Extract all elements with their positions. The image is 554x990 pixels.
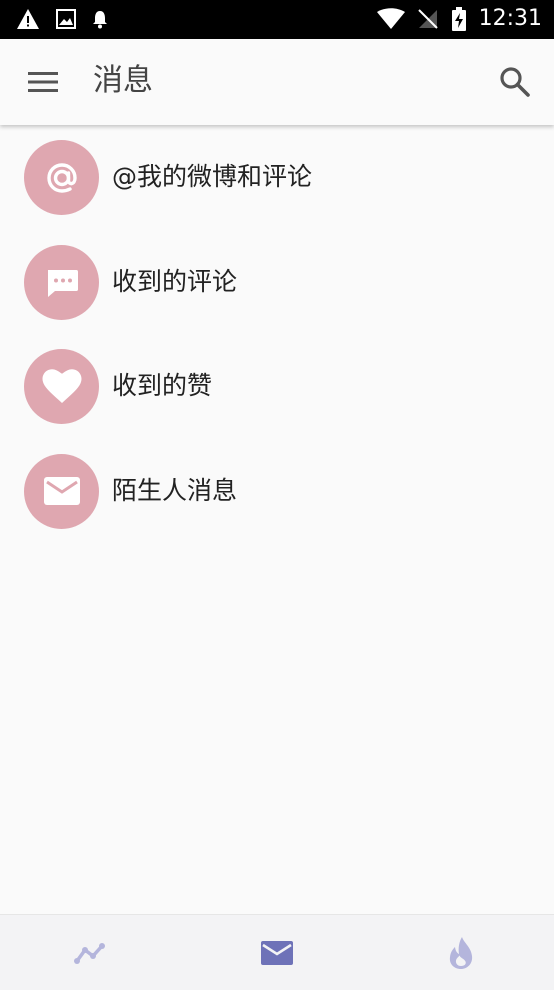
- nav-item-hot[interactable]: [441, 933, 481, 973]
- status-left-icons: [16, 8, 108, 30]
- message-category-list: @我的微博和评论 收到的评论 收到的赞 陌生人消息: [0, 126, 554, 544]
- nav-item-messages[interactable]: [257, 933, 297, 973]
- avatar: [24, 453, 99, 529]
- nav-item-trends[interactable]: [72, 933, 112, 973]
- list-item-comments[interactable]: 收到的评论: [0, 231, 554, 336]
- list-item-label: 收到的赞: [112, 371, 213, 400]
- page-title: 消息: [93, 63, 153, 98]
- list-item-label: @我的微博和评论: [112, 162, 313, 191]
- list-item-likes[interactable]: 收到的赞: [0, 335, 554, 440]
- trend-icon: [74, 943, 105, 964]
- warning-icon: [17, 9, 39, 29]
- list-item-stranger-messages[interactable]: 陌生人消息: [0, 440, 554, 545]
- bottom-navigation: [0, 914, 554, 990]
- heart-icon: [42, 368, 81, 403]
- hamburger-menu-icon: [28, 72, 58, 92]
- app-bar: 消息: [0, 39, 554, 125]
- search-button[interactable]: [498, 65, 532, 99]
- status-right-icons: 12:31: [376, 6, 542, 32]
- battery-charging-icon: [451, 7, 466, 31]
- search-icon: [500, 67, 530, 97]
- bell-icon: [93, 11, 107, 29]
- list-item-label: 陌生人消息: [112, 475, 238, 505]
- status-time: 12:31: [478, 6, 542, 31]
- mail-icon: [43, 477, 80, 505]
- no-signal-icon: [417, 9, 438, 29]
- avatar: [24, 349, 99, 424]
- list-item-label: 收到的评论: [112, 266, 238, 296]
- wifi-icon: [376, 8, 405, 29]
- at-sign-icon: [46, 162, 77, 193]
- status-bar: 12:31: [0, 0, 554, 39]
- comment-icon: [47, 270, 78, 297]
- avatar: [24, 140, 99, 215]
- avatar: [24, 244, 99, 320]
- mail-icon: [261, 941, 293, 965]
- menu-button[interactable]: [26, 67, 60, 97]
- list-item-at-mentions[interactable]: @我的微博和评论: [0, 126, 554, 231]
- image-icon: [56, 9, 76, 29]
- fire-icon: [449, 937, 473, 969]
